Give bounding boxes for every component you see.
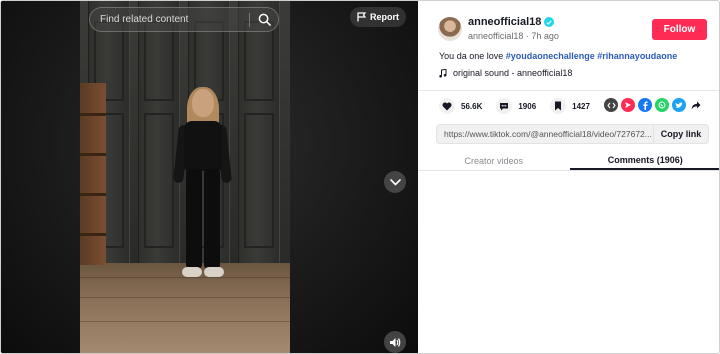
username-text: anneofficial18	[468, 16, 542, 28]
search-bar[interactable]	[89, 7, 279, 32]
save-count: 1427	[572, 101, 590, 111]
engagement-stats: 56.6K 1906 1427	[439, 98, 604, 114]
video-url[interactable]: https://www.tiktok.com/@anneofficial18/v…	[437, 129, 653, 139]
mute-button[interactable]	[384, 331, 406, 353]
report-button[interactable]: Report	[350, 7, 406, 27]
video-shelf	[80, 83, 106, 265]
video-caption: You da one love #youdaonechallenge #riha…	[439, 51, 677, 61]
tab-bar: Creator videos Comments (1906)	[418, 151, 719, 171]
next-video-button[interactable]	[384, 171, 406, 193]
comment-icon	[496, 98, 513, 114]
search-input[interactable]	[100, 14, 249, 25]
whatsapp-icon[interactable]	[655, 98, 669, 112]
send-icon[interactable]	[621, 98, 635, 112]
tiktok-video-page: Report anneofficial18 anneofficial18 · 7…	[0, 0, 720, 354]
save-button[interactable]: 1427	[550, 98, 590, 114]
tab-comments[interactable]: Comments (1906)	[569, 151, 719, 170]
copy-link-box: https://www.tiktok.com/@anneofficial18/v…	[436, 124, 709, 144]
twitter-icon[interactable]	[672, 98, 686, 112]
author-handle: anneofficial18	[468, 31, 524, 41]
bookmark-icon	[550, 98, 567, 114]
embed-icon[interactable]	[604, 98, 618, 112]
music-note-icon	[439, 68, 447, 78]
share-buttons	[604, 98, 703, 112]
facebook-icon[interactable]	[638, 98, 652, 112]
share-arrow-icon[interactable]	[689, 98, 703, 112]
comment-count: 1906	[518, 101, 537, 111]
video-area: Report	[1, 1, 418, 353]
like-button[interactable]: 56.6K	[439, 98, 482, 114]
comment-button[interactable]: 1906	[496, 98, 536, 114]
avatar[interactable]	[438, 17, 462, 41]
follow-button[interactable]: Follow	[652, 19, 707, 40]
volume-icon	[390, 337, 401, 347]
search-icon[interactable]	[250, 7, 278, 32]
author-subline: anneofficial18 · 7h ago	[468, 31, 559, 41]
report-label: Report	[370, 12, 399, 22]
sound-label: original sound - anneofficial18	[453, 68, 573, 78]
copy-link-button[interactable]: Copy link	[653, 125, 708, 143]
divider	[418, 90, 719, 91]
username[interactable]: anneofficial18	[468, 16, 555, 28]
video-player[interactable]	[80, 1, 290, 353]
hashtag-link[interactable]: #rihannayoudaone	[597, 51, 677, 61]
sound-link[interactable]: original sound - anneofficial18	[439, 68, 572, 78]
video-dancer	[172, 87, 233, 289]
caption-text: You da one love	[439, 51, 504, 61]
like-count: 56.6K	[461, 101, 483, 111]
details-panel: anneofficial18 anneofficial18 · 7h ago F…	[418, 1, 719, 353]
hashtag-link[interactable]: #youdaonechallenge	[506, 51, 595, 61]
verified-icon	[544, 17, 555, 27]
heart-icon	[439, 98, 455, 114]
flag-icon	[357, 12, 366, 22]
chevron-down-icon	[389, 178, 401, 186]
post-time: 7h ago	[531, 31, 559, 41]
tab-creator-videos[interactable]: Creator videos	[418, 151, 570, 170]
